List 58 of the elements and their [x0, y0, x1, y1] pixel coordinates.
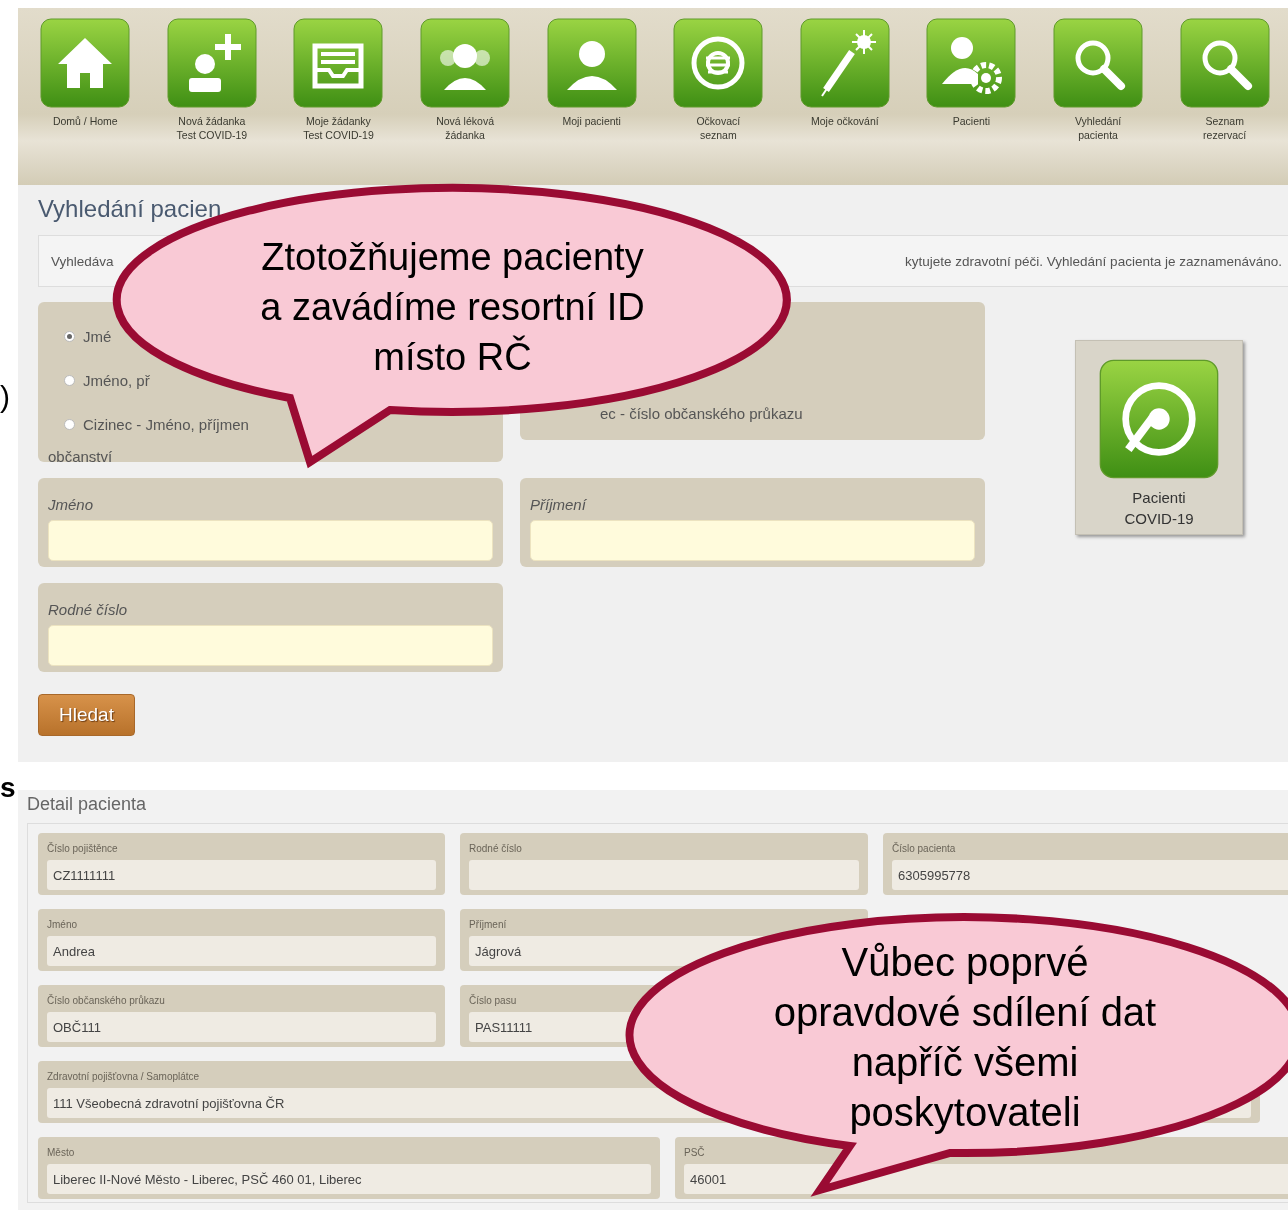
house-icon: [40, 18, 131, 108]
radio-button[interactable]: [64, 330, 75, 342]
input-field[interactable]: Liberec II-Nové Město - Liberec, PSČ 460 01, Liberec: [47, 1164, 651, 1194]
field-label: Číslo občanského průkazu: [47, 995, 165, 1008]
nav-tile[interactable]: Nová žádanka Test COVID-19: [148, 18, 276, 142]
field-label: Město: [47, 1147, 75, 1160]
input-field[interactable]: 46001: [684, 1164, 1288, 1194]
nav-tile[interactable]: Moje očkování: [781, 18, 909, 142]
search-icon: [1053, 18, 1144, 108]
radio-label[interactable]: Cizinec - Jméno, příjmen: [83, 415, 249, 433]
input-field[interactable]: Andrea: [47, 936, 436, 966]
person-icon: [546, 18, 637, 108]
field-label: Příjmení: [469, 919, 507, 932]
field-label: Jméno: [47, 919, 77, 932]
nav-tile[interactable]: Seznam rezervací: [1161, 18, 1288, 142]
field-label: Příjmení: [530, 496, 586, 513]
field-label: Číslo pasu: [469, 995, 517, 1008]
slide-text: s: [0, 772, 16, 804]
nav-tile[interactable]: Moji pacienti: [528, 18, 655, 142]
search-icon: [1179, 18, 1270, 108]
radio-button[interactable]: [64, 374, 75, 386]
radio-label[interactable]: ec - číslo občanského průkazu: [600, 405, 803, 422]
field-label: Číslo pacienta: [892, 843, 956, 856]
field-label: Rodné číslo: [48, 601, 128, 618]
app-tile[interactable]: Pacienti COVID-19: [1075, 340, 1243, 535]
input-field[interactable]: OBČ111: [47, 1012, 436, 1042]
nav-tile[interactable]: Nová léková žádanka: [401, 18, 529, 142]
input-field[interactable]: CZ1111111: [47, 860, 436, 890]
info-text: kytujete zdravotní péči. Vyhledání pacienta je zaznamenáváno.: [905, 253, 1282, 269]
biohazard-icon: [673, 18, 764, 108]
info-text: Vyhledáva: [51, 253, 114, 269]
input-field[interactable]: 6305995778: [892, 860, 1288, 890]
radio-label[interactable]: Jmé: [83, 327, 112, 345]
slide-text: ): [0, 380, 10, 414]
field-label: Zdravotní pojišťovna / Samoplátce: [47, 1071, 200, 1084]
field-label: Rodné číslo: [469, 843, 522, 856]
nav-tile[interactable]: Očkovací seznam: [654, 18, 782, 142]
page-heading: Vyhledání pacien: [38, 195, 222, 223]
radio-label[interactable]: občanství: [48, 448, 113, 465]
nav-tile[interactable]: Moje žádanky Test COVID-19: [275, 18, 402, 142]
nav-tile[interactable]: Domů / Home: [22, 18, 149, 142]
people-icon: [420, 18, 511, 108]
field-label: Číslo pojištěnce: [47, 843, 118, 856]
input-field[interactable]: [48, 625, 493, 666]
input-field[interactable]: [48, 520, 493, 561]
nav-tile[interactable]: Vyhledání pacienta: [1034, 18, 1162, 142]
field-label: Jméno: [48, 496, 94, 513]
nav-tile[interactable]: Pacienti: [908, 18, 1035, 142]
radio-button[interactable]: [64, 418, 75, 430]
inbox-tray-icon: [293, 18, 384, 108]
syringe-icon: [799, 18, 890, 108]
field-label: PSČ: [684, 1147, 705, 1160]
radio-label[interactable]: Jméno, př: [83, 371, 150, 389]
section-title: Detail pacienta: [27, 794, 147, 815]
add-person-icon: [166, 18, 257, 108]
person-gear-icon: [926, 18, 1017, 108]
input-field[interactable]: [530, 520, 975, 561]
input-field[interactable]: [469, 860, 859, 890]
